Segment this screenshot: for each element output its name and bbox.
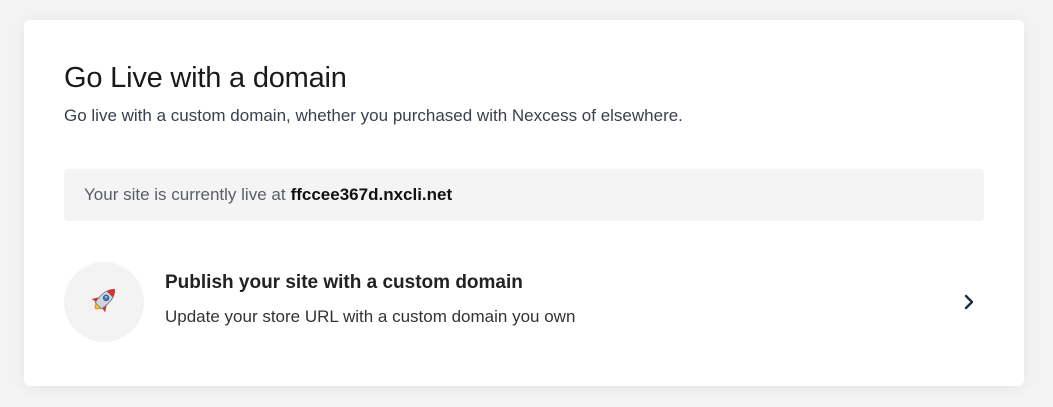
publish-option-title: Publish your site with a custom domain [165, 271, 523, 293]
card-title: Go Live with a domain [64, 62, 347, 94]
card-subtitle: Go live with a custom domain, whether yo… [64, 106, 683, 125]
live-status-label: Your site is currently live at [84, 185, 286, 204]
go-live-card: Go Live with a domain Go live with a cus… [24, 20, 1024, 386]
publish-custom-domain-option[interactable]: Publish your site with a custom domain U… [64, 260, 984, 344]
chevron-right-icon[interactable] [958, 291, 980, 313]
live-domain: ffccee367d.nxcli.net [290, 185, 453, 204]
rocket-icon-badge [64, 262, 144, 342]
rocket-icon [87, 283, 121, 322]
publish-option-description: Update your store URL with a custom doma… [165, 306, 576, 326]
live-status-box: Your site is currently live at ffccee367… [64, 169, 984, 221]
publish-option-text: Publish your site with a custom domain U… [165, 272, 958, 328]
